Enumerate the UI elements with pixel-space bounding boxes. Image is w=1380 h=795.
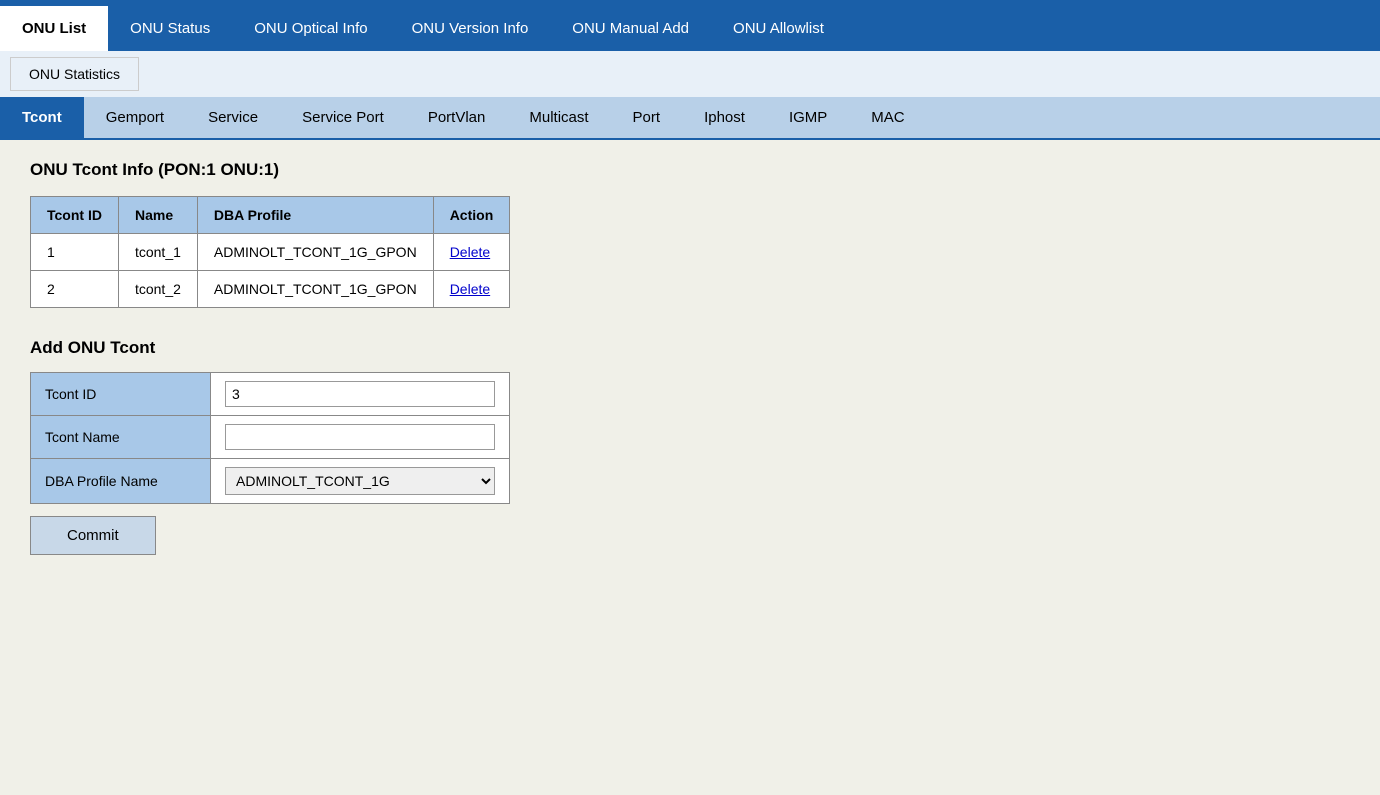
col-header-dba-profile: DBA Profile xyxy=(197,197,433,234)
cell-dba-profile-1: ADMINOLT_TCONT_1G_GPON xyxy=(197,234,433,271)
add-section-title: Add ONU Tcont xyxy=(30,338,1350,358)
delete-link-1[interactable]: Delete xyxy=(450,244,490,260)
tcont-info-table: Tcont ID Name DBA Profile Action 1 tcont… xyxy=(30,196,510,308)
tab-onu-status[interactable]: ONU Status xyxy=(108,6,232,51)
top-nav: ONU List ONU Status ONU Optical Info ONU… xyxy=(0,6,1380,51)
subtab-igmp[interactable]: IGMP xyxy=(767,97,849,138)
cell-action-1: Delete xyxy=(433,234,510,271)
input-cell-tcont-id xyxy=(211,373,510,416)
col-header-tcont-id: Tcont ID xyxy=(31,197,119,234)
label-tcont-id: Tcont ID xyxy=(31,373,211,416)
cell-dba-profile-2: ADMINOLT_TCONT_1G_GPON xyxy=(197,271,433,308)
tab-onu-version-info[interactable]: ONU Version Info xyxy=(390,6,551,51)
subtab-portvlan[interactable]: PortVlan xyxy=(406,97,508,138)
cell-action-2: Delete xyxy=(433,271,510,308)
content-area: ONU Tcont Info (PON:1 ONU:1) Tcont ID Na… xyxy=(0,140,1380,575)
cell-tcont-id-2: 2 xyxy=(31,271,119,308)
sub-tabs: Tcont Gemport Service Service Port PortV… xyxy=(0,97,1380,140)
subtab-mac[interactable]: MAC xyxy=(849,97,926,138)
delete-link-2[interactable]: Delete xyxy=(450,281,490,297)
add-form-table: Tcont ID Tcont Name DBA Profile Name ADM… xyxy=(30,372,510,504)
cell-name-1: tcont_1 xyxy=(118,234,197,271)
table-row: 1 tcont_1 ADMINOLT_TCONT_1G_GPON Delete xyxy=(31,234,510,271)
subtab-multicast[interactable]: Multicast xyxy=(507,97,610,138)
col-header-action: Action xyxy=(433,197,510,234)
cell-tcont-id-1: 1 xyxy=(31,234,119,271)
dba-profile-select[interactable]: ADMINOLT_TCONT_1G xyxy=(225,467,495,495)
commit-button[interactable]: Commit xyxy=(30,516,156,555)
tab-onu-statistics[interactable]: ONU Statistics xyxy=(10,57,139,91)
subtab-iphost[interactable]: Iphost xyxy=(682,97,767,138)
tcont-id-input[interactable] xyxy=(225,381,495,407)
subtab-tcont[interactable]: Tcont xyxy=(0,97,84,138)
tab-onu-allowlist[interactable]: ONU Allowlist xyxy=(711,6,846,51)
subtab-gemport[interactable]: Gemport xyxy=(84,97,186,138)
form-row-dba-profile: DBA Profile Name ADMINOLT_TCONT_1G xyxy=(31,459,510,504)
tcont-name-input[interactable] xyxy=(225,424,495,450)
subtab-service[interactable]: Service xyxy=(186,97,280,138)
tab-onu-list[interactable]: ONU List xyxy=(0,6,108,51)
input-cell-tcont-name xyxy=(211,416,510,459)
table-row: 2 tcont_2 ADMINOLT_TCONT_1G_GPON Delete xyxy=(31,271,510,308)
second-nav: ONU Statistics xyxy=(0,51,1380,97)
select-cell-dba-profile: ADMINOLT_TCONT_1G xyxy=(211,459,510,504)
form-row-tcont-id: Tcont ID xyxy=(31,373,510,416)
tab-onu-optical-info[interactable]: ONU Optical Info xyxy=(232,6,389,51)
label-dba-profile: DBA Profile Name xyxy=(31,459,211,504)
label-tcont-name: Tcont Name xyxy=(31,416,211,459)
form-row-tcont-name: Tcont Name xyxy=(31,416,510,459)
info-section-title: ONU Tcont Info (PON:1 ONU:1) xyxy=(30,160,1350,180)
tab-onu-manual-add[interactable]: ONU Manual Add xyxy=(550,6,711,51)
cell-name-2: tcont_2 xyxy=(118,271,197,308)
col-header-name: Name xyxy=(118,197,197,234)
subtab-service-port[interactable]: Service Port xyxy=(280,97,406,138)
subtab-port[interactable]: Port xyxy=(611,97,683,138)
